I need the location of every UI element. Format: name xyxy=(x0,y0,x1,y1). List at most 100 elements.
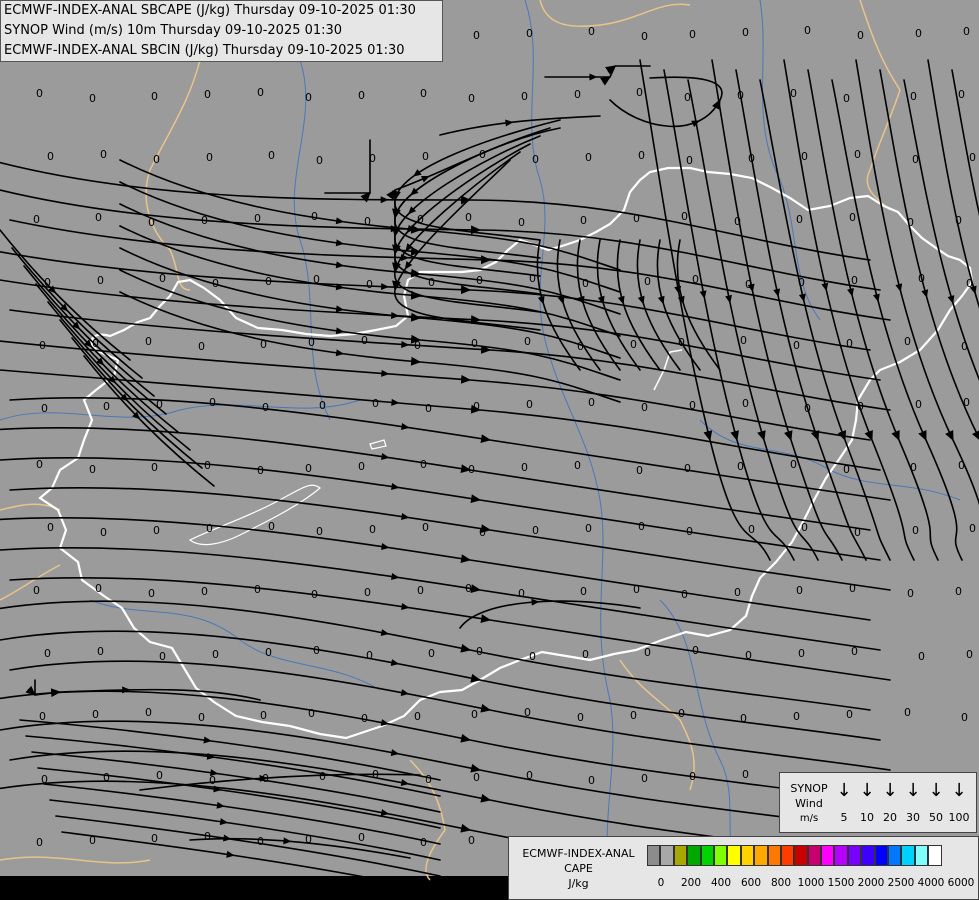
grid-value: 0 xyxy=(254,212,261,225)
grid-value: 0 xyxy=(204,459,211,472)
grid-value: 0 xyxy=(740,712,747,725)
wind-legend-title: SYNOP Wind m/s xyxy=(790,782,828,824)
cape-color-swatch xyxy=(874,845,889,866)
grid-value: 0 xyxy=(92,337,99,350)
grid-value: 0 xyxy=(145,335,152,348)
grid-value: 0 xyxy=(148,216,155,229)
grid-value: 0 xyxy=(793,339,800,352)
grid-value: 0 xyxy=(734,215,741,228)
grid-value: 0 xyxy=(518,587,525,600)
cape-tick-label: 4000 xyxy=(917,877,945,889)
title-synop-wind: SYNOP Wind (m/s) 10m Thursday 09-10-2025… xyxy=(4,23,343,38)
grid-value: 0 xyxy=(473,29,480,42)
cape-color-swatch xyxy=(700,845,714,866)
grid-value: 0 xyxy=(471,708,478,721)
grid-value: 0 xyxy=(734,586,741,599)
grid-value: 0 xyxy=(737,89,744,102)
cape-color-swatch xyxy=(767,845,781,866)
grid-value: 0 xyxy=(638,520,645,533)
grid-value: 0 xyxy=(745,649,752,662)
grid-value: 0 xyxy=(644,646,651,659)
grid-value: 0 xyxy=(798,647,805,660)
grid-value: 0 xyxy=(151,461,158,474)
grid-value: 0 xyxy=(369,523,376,536)
grid-value: 0 xyxy=(684,462,691,475)
grid-value: 0 xyxy=(574,459,581,472)
grid-value: 0 xyxy=(44,647,51,660)
grid-value: 0 xyxy=(366,649,373,662)
grid-value: 0 xyxy=(465,582,472,595)
grid-value: 0 xyxy=(428,276,435,289)
grid-value: 0 xyxy=(846,708,853,721)
grid-value: 0 xyxy=(206,151,213,164)
grid-value: 0 xyxy=(89,463,96,476)
grid-value: 0 xyxy=(641,30,648,43)
grid-value: 0 xyxy=(479,526,486,539)
grid-value: 0 xyxy=(644,275,651,288)
grid-value: 0 xyxy=(963,396,970,409)
cape-color-swatch xyxy=(727,845,741,866)
grid-value: 0 xyxy=(44,276,51,289)
grid-value: 0 xyxy=(89,92,96,105)
grid-value: 0 xyxy=(912,524,919,537)
cape-color-scale xyxy=(647,845,942,866)
grid-value: 0 xyxy=(678,336,685,349)
grid-value: 0 xyxy=(577,340,584,353)
grid-value: 0 xyxy=(471,337,478,350)
grid-value: 0 xyxy=(257,86,264,99)
grid-value: 0 xyxy=(630,709,637,722)
grid-value: 0 xyxy=(849,211,856,224)
grid-value: 0 xyxy=(209,774,216,787)
grid-value: 0 xyxy=(969,522,976,535)
grid-value: 0 xyxy=(103,400,110,413)
grid-value: 0 xyxy=(585,522,592,535)
grid-value: 0 xyxy=(641,772,648,785)
grid-value: 0 xyxy=(95,582,102,595)
grid-value: 0 xyxy=(39,710,46,723)
grid-value: 0 xyxy=(268,149,275,162)
grid-value: 0 xyxy=(918,272,925,285)
grid-value: 0 xyxy=(204,88,211,101)
grid-value: 0 xyxy=(524,706,531,719)
grid-value: 0 xyxy=(958,459,965,472)
cape-color-swatch xyxy=(901,845,915,866)
wind-arrow-down-icon: ↓ xyxy=(882,780,898,801)
grid-value: 0 xyxy=(198,340,205,353)
grid-value: 0 xyxy=(857,29,864,42)
grid-value: 0 xyxy=(316,525,323,538)
grid-value: 0 xyxy=(36,87,43,100)
grid-value: 0 xyxy=(582,277,589,290)
grid-value: 0 xyxy=(678,707,685,720)
cape-color-swatch xyxy=(928,845,942,866)
grid-value: 0 xyxy=(918,650,925,663)
grid-value: 0 xyxy=(524,335,531,348)
grid-value: 0 xyxy=(915,27,922,40)
grid-value: 0 xyxy=(36,836,43,849)
grid-value: 0 xyxy=(316,154,323,167)
grid-value: 0 xyxy=(212,277,219,290)
cape-color-swatch xyxy=(687,845,701,866)
grid-value: 0 xyxy=(588,774,595,787)
grid-value: 0 xyxy=(358,831,365,844)
grid-value: 0 xyxy=(846,337,853,350)
grid-value: 0 xyxy=(364,586,371,599)
grid-value: 0 xyxy=(742,397,749,410)
grid-value: 0 xyxy=(425,402,432,415)
cape-tick-label: 1500 xyxy=(827,877,855,889)
grid-value: 0 xyxy=(849,582,856,595)
grid-value: 0 xyxy=(521,461,528,474)
grid-value: 0 xyxy=(588,396,595,409)
grid-value: 0 xyxy=(851,645,858,658)
cape-color-swatch xyxy=(807,845,822,866)
grid-value: 0 xyxy=(33,584,40,597)
grid-value: 0 xyxy=(468,834,475,847)
grid-value: 0 xyxy=(153,524,160,537)
grid-value: 0 xyxy=(358,460,365,473)
grid-value: 0 xyxy=(955,585,962,598)
grid-value: 0 xyxy=(904,335,911,348)
grid-value: 0 xyxy=(305,462,312,475)
grid-value: 0 xyxy=(262,401,269,414)
grid-value: 0 xyxy=(33,213,40,226)
grid-value: 0 xyxy=(420,87,427,100)
grid-value: 0 xyxy=(361,334,368,347)
